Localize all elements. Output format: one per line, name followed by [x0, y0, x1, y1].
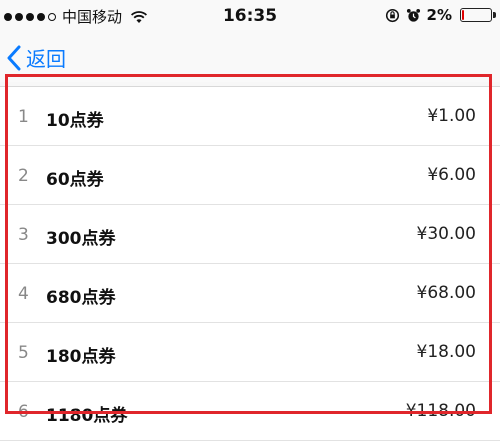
product-price: ¥68.00 — [416, 283, 476, 303]
product-row[interactable]: 3 300点券 ¥30.00 — [0, 205, 500, 264]
product-row[interactable]: 6 1180点券 ¥118.00 — [0, 382, 500, 441]
battery-level-fill — [462, 10, 464, 20]
row-index: 1 — [18, 107, 29, 127]
product-name: 10点券 — [46, 111, 104, 131]
battery-icon — [460, 8, 496, 22]
product-row[interactable]: 5 180点券 ¥18.00 — [0, 323, 500, 382]
alarm-icon — [406, 8, 420, 22]
status-bar: 中国移动 16:35 2% — [0, 0, 500, 32]
product-name: 300点券 — [46, 229, 116, 249]
row-index: 2 — [18, 166, 29, 186]
product-name: 180点券 — [46, 347, 116, 367]
row-index: 6 — [18, 402, 29, 422]
chevron-left-icon — [7, 45, 21, 70]
rotation-lock-icon — [385, 8, 399, 22]
back-label: 返回 — [26, 47, 66, 71]
product-row[interactable]: 1 10点券 ¥1.00 — [0, 87, 500, 146]
product-list: 1 10点券 ¥1.00 2 60点券 ¥6.00 3 300点券 ¥30.00 4 680点券 ¥6… — [0, 86, 500, 441]
status-right: 2% — [385, 6, 496, 24]
row-index: 5 — [18, 343, 29, 363]
back-button[interactable]: 返回 — [6, 43, 66, 72]
product-price: ¥6.00 — [427, 165, 476, 185]
product-name: 60点券 — [46, 170, 104, 190]
navigation-bar: 返回 — [0, 32, 500, 82]
battery-percent: 2% — [426, 6, 452, 24]
product-price: ¥18.00 — [416, 342, 476, 362]
product-row[interactable]: 4 680点券 ¥68.00 — [0, 264, 500, 323]
product-price: ¥30.00 — [416, 224, 476, 244]
product-price: ¥1.00 — [427, 106, 476, 126]
product-price: ¥118.00 — [405, 401, 476, 421]
row-index: 3 — [18, 225, 29, 245]
product-name: 680点券 — [46, 288, 116, 308]
product-row[interactable]: 2 60点券 ¥6.00 — [0, 146, 500, 205]
row-index: 4 — [18, 284, 29, 304]
